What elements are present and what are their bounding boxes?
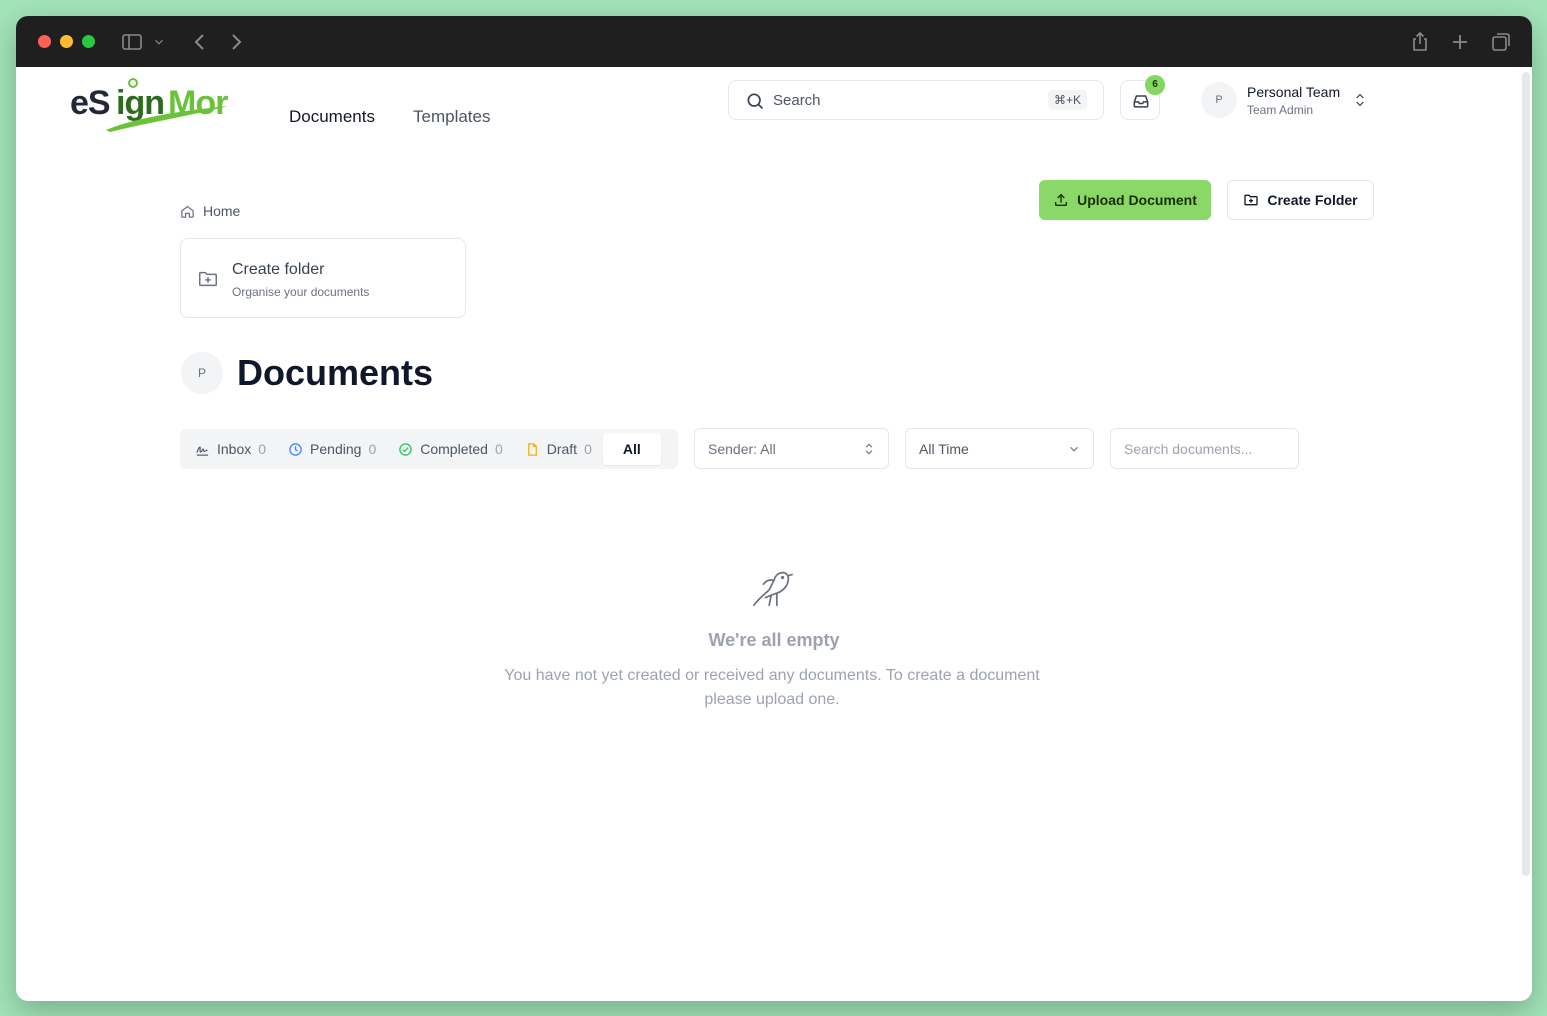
tab-all[interactable]: All: [602, 433, 661, 465]
breadcrumb-home[interactable]: Home: [203, 203, 240, 219]
tab-count: 0: [258, 441, 267, 457]
search-documents-input[interactable]: [1110, 428, 1299, 469]
minimize-window-button[interactable]: [60, 35, 73, 48]
folder-plus-icon: [1244, 194, 1259, 206]
upload-document-button[interactable]: Upload Document: [1039, 180, 1211, 220]
sender-filter-value: Sender: All: [708, 441, 776, 457]
upload-document-label: Upload Document: [1077, 192, 1197, 208]
file-icon: [527, 442, 537, 456]
nav-documents[interactable]: Documents: [289, 107, 375, 127]
browser-titlebar: [16, 16, 1532, 67]
team-name[interactable]: Personal Team: [1247, 84, 1340, 100]
chevron-up-down-icon: [862, 442, 876, 456]
back-arrow-icon[interactable]: [188, 30, 212, 54]
empty-state-message: You have not yet created or received any…: [504, 667, 1040, 708]
tab-count: 0: [584, 441, 592, 457]
tab-label: Pending: [310, 441, 362, 457]
svg-text:eS: eS: [70, 84, 110, 122]
chevron-down-icon: [1067, 442, 1081, 456]
tab-overview-icon[interactable]: [1489, 30, 1513, 54]
page-avatar: P: [181, 352, 223, 394]
signature-icon: [196, 445, 209, 456]
create-folder-label: Create Folder: [1267, 192, 1358, 208]
sender-filter-select[interactable]: Sender: All: [694, 428, 889, 469]
global-search[interactable]: Search ⌘+K: [728, 80, 1104, 120]
search-icon: [745, 91, 765, 111]
notification-count-badge: 6: [1145, 75, 1165, 95]
inbox-icon: [1131, 91, 1151, 111]
share-icon[interactable]: [1408, 30, 1432, 54]
browser-window: eS ign Mor Documents Templates Search ⌘+…: [16, 16, 1532, 1001]
chevron-up-down-icon[interactable]: [1352, 92, 1368, 108]
tab-count: 0: [494, 441, 503, 457]
tab-count: 0: [368, 441, 377, 457]
create-folder-button[interactable]: Create Folder: [1227, 180, 1374, 220]
tab-completed[interactable]: Completed 0: [387, 433, 514, 465]
esignmor-logo[interactable]: eS ign Mor: [70, 76, 232, 134]
tab-label: Completed: [420, 441, 488, 457]
folder-card-title: Create folder: [232, 261, 325, 278]
upload-icon: [1055, 193, 1068, 206]
maximize-window-button[interactable]: [82, 35, 95, 48]
breadcrumb[interactable]: Home: [180, 203, 240, 219]
clock-icon: [289, 442, 302, 456]
status-tabs: Inbox 0 Pending 0 Completed 0 Draft 0 Al…: [180, 429, 678, 469]
tab-pending[interactable]: Pending 0: [277, 433, 387, 465]
time-filter-select[interactable]: All Time: [905, 428, 1094, 469]
page-title: Documents: [237, 352, 434, 393]
team-role: Team Admin: [1247, 103, 1314, 117]
time-filter-value: All Time: [919, 441, 969, 457]
new-tab-icon[interactable]: [1448, 30, 1472, 54]
create-folder-card[interactable]: Create folder Organise your documents: [180, 238, 466, 318]
check-circle-icon: [399, 442, 412, 456]
tab-label: All: [622, 441, 641, 457]
folder-plus-icon: [197, 268, 219, 290]
empty-state-title: We're all empty: [708, 630, 840, 650]
sidebar-toggle-icon[interactable]: [120, 30, 144, 54]
folder-card-subtitle: Organise your documents: [232, 285, 370, 299]
tab-inbox[interactable]: Inbox 0: [184, 433, 277, 465]
tab-label: Inbox: [217, 441, 252, 457]
chevron-down-icon[interactable]: [152, 30, 166, 54]
search-label: Search: [773, 92, 821, 109]
forward-arrow-icon[interactable]: [224, 30, 248, 54]
nav-templates[interactable]: Templates: [413, 107, 490, 127]
close-window-button[interactable]: [38, 35, 51, 48]
team-avatar[interactable]: P: [1201, 82, 1237, 118]
page-scrollbar[interactable]: [1522, 72, 1530, 876]
search-shortcut-badge: ⌘+K: [1047, 90, 1087, 110]
tab-label: Draft: [546, 441, 578, 457]
bird-icon: [750, 565, 796, 611]
home-icon: [181, 205, 194, 218]
tab-draft[interactable]: Draft 0: [514, 433, 603, 465]
